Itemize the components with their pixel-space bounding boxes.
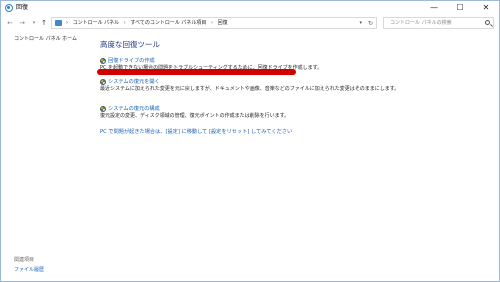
breadcrumb-separator[interactable]: › [66, 20, 68, 26]
navigation-bar: ← → ▾ ↑ › コントロール パネル › すべてのコントロール パネル項目 … [1, 15, 499, 31]
configure-system-restore-description: 復元設定の変更、ディスク領域の管理、復元ポイントの作成または削除を行います。 [100, 113, 290, 119]
recovery-app-icon [5, 4, 13, 12]
address-dropdown-chevron-icon[interactable]: ▾ [359, 19, 362, 28]
page-title: 高度な回復ツール [100, 40, 160, 49]
minimize-button[interactable]: — [421, 1, 447, 15]
breadcrumb-separator[interactable]: › [124, 20, 126, 26]
reset-pc-help-link[interactable]: PC で問題が起きた場合は、[設定] に移動して [設定をリセット] してみてく… [100, 128, 292, 136]
breadcrumb-all-items[interactable]: すべてのコントロール パネル項目 [130, 20, 206, 26]
up-arrow-icon[interactable]: ↑ [39, 18, 49, 28]
search-placeholder: コントロール パネルの検索 [390, 20, 452, 26]
title-bar: 回復 — ☐ ✕ [1, 1, 499, 15]
refresh-icon[interactable]: ↻ [368, 19, 373, 28]
search-icon[interactable] [485, 20, 490, 25]
back-arrow-icon[interactable]: ← [5, 18, 15, 28]
breadcrumb: › コントロール パネル › すべてのコントロール パネル項目 › 回復 [66, 19, 228, 28]
related-items-heading: 関連項目 [14, 257, 35, 263]
search-input[interactable]: コントロール パネルの検索 [383, 17, 494, 29]
maximize-button[interactable]: ☐ [447, 1, 473, 15]
open-system-restore-description: 最近システムに加えられた変更を元に戻しますが、ドキュメントや画像、音楽などのファ… [100, 86, 400, 92]
close-button[interactable]: ✕ [473, 1, 499, 15]
red-highlight-underline [97, 69, 296, 75]
recent-locations-chevron-icon[interactable]: ▾ [29, 18, 39, 28]
control-panel-icon [55, 20, 62, 26]
breadcrumb-separator[interactable]: › [211, 20, 213, 26]
control-panel-home-link[interactable]: コントロール パネル ホーム [14, 35, 77, 43]
window-title: 回復 [16, 4, 29, 11]
recovery-window: 回復 — ☐ ✕ ← → ▾ ↑ › コントロール パネル › すべてのコントロ… [0, 0, 500, 282]
file-history-link[interactable]: ファイル履歴 [14, 266, 44, 274]
breadcrumb-recovery[interactable]: 回復 [218, 20, 228, 26]
forward-arrow-icon[interactable]: → [17, 18, 27, 28]
breadcrumb-control-panel[interactable]: コントロール パネル [73, 20, 120, 26]
address-bar[interactable]: › コントロール パネル › すべてのコントロール パネル項目 › 回復 ▾ ↻ [51, 17, 377, 29]
